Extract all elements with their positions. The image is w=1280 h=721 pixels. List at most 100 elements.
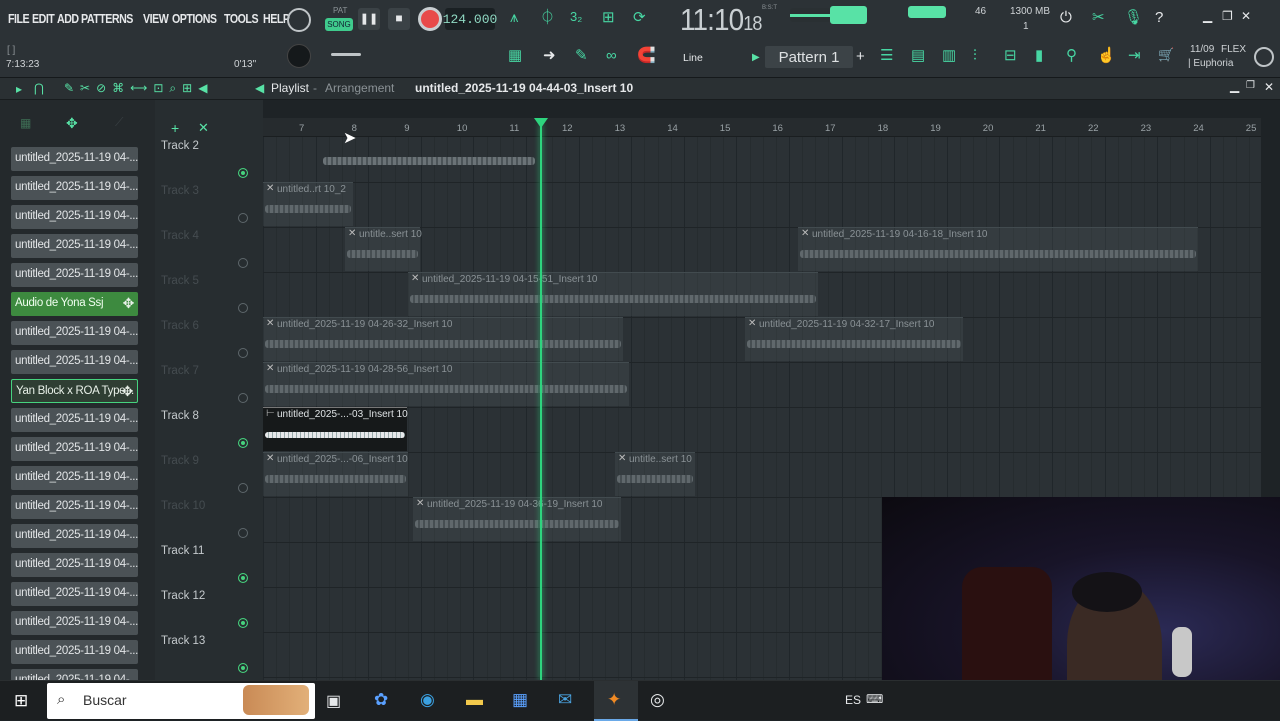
news-subtitle[interactable]: | Euphoria (1188, 58, 1233, 69)
remove-track-icon[interactable]: ✕ (198, 120, 209, 136)
song-mode-toggle[interactable]: SONG (325, 18, 353, 31)
file-explorer-icon[interactable]: ▬ (466, 690, 483, 710)
add-track-icon[interactable]: + (171, 120, 179, 136)
microphone-icon[interactable]: 🎙 (1124, 10, 1143, 25)
track-mute-toggle[interactable] (238, 168, 248, 178)
browser-item[interactable]: Audio de Yona Ssj ✥ (11, 292, 138, 316)
audio-clip[interactable]: ✕ untitled..rt 10_2 (263, 182, 353, 226)
browser-item[interactable]: untitled_2025-11-19 04-... (11, 321, 138, 345)
track-name[interactable]: Track 2 (161, 140, 199, 152)
audio-clip[interactable]: ✕ untitled_2025-...-06_Insert 10 (263, 452, 408, 496)
snap-icon[interactable]: ⋂ (34, 81, 44, 95)
browser-grid-icon[interactable]: ▦ (20, 116, 31, 130)
track-mute-toggle[interactable] (238, 663, 248, 673)
menu-file[interactable]: FILE (8, 11, 30, 26)
track-mute-toggle[interactable] (238, 348, 248, 358)
playlist-icon[interactable]: ☰ (880, 48, 893, 63)
audio-clip[interactable]: ✕ untitled_2025-11-19 04-15-51_Insert 10 (408, 272, 818, 316)
audio-clip[interactable]: ✕ untitle..sert 10 (345, 227, 422, 271)
browser-item[interactable]: untitled_2025-11-19 04-... (11, 437, 138, 461)
windows-start-icon[interactable]: ⊞ (14, 691, 28, 711)
clip-menu-icon[interactable]: ✕ (266, 453, 274, 464)
track-mute-toggle[interactable] (238, 393, 248, 403)
tools-icon[interactable]: ✂ (1092, 10, 1105, 25)
clip-menu-icon[interactable]: ⊢ (266, 408, 275, 419)
browser-item[interactable]: untitled_2025-11-19 04-... (11, 205, 138, 229)
add-pattern-icon[interactable]: + (856, 48, 865, 65)
browser-item[interactable]: untitled_2025-11-19 04-... (11, 263, 138, 287)
menu-tools[interactable]: TOOLS (224, 11, 259, 26)
tempo-display[interactable]: 124.000 (443, 8, 497, 30)
track-name[interactable]: Track 4 (161, 230, 199, 242)
close-icon[interactable]: ✕ (1241, 10, 1251, 22)
copilot-icon[interactable]: ✿ (374, 690, 388, 710)
browser-tree-icon[interactable]: ✥ (66, 115, 78, 132)
menu-options[interactable]: OPTIONS (172, 11, 217, 26)
playhead[interactable] (540, 124, 542, 680)
browser-item[interactable]: untitled_2025-11-19 04-... (11, 640, 138, 664)
file-icon[interactable]: ▮ (1035, 48, 1043, 63)
keyboard-icon[interactable]: ▦ (508, 48, 522, 63)
edge-icon[interactable]: ◉ (420, 690, 435, 710)
track-mute-toggle[interactable] (238, 573, 248, 583)
drag-handle-icon[interactable]: ✥ (122, 383, 134, 400)
clip-menu-icon[interactable]: ✕ (266, 183, 274, 194)
audio-clip[interactable]: ✕ untitled_2025-11-19 04-16-18_Insert 10 (798, 227, 1198, 271)
track-mute-toggle[interactable] (238, 618, 248, 628)
menu-edit[interactable]: EDIT (32, 11, 55, 26)
audio-clip[interactable]: ✕ untitled_2025-11-19 04-26-32_Insert 10 (263, 317, 623, 361)
track-mute-toggle[interactable] (238, 438, 248, 448)
keyboard-layout-icon[interactable]: ⌨ (866, 692, 883, 706)
help-icon[interactable]: ? (1155, 10, 1163, 25)
clip-menu-icon[interactable]: ✕ (416, 498, 424, 509)
pencil-icon[interactable]: ✎ (575, 48, 588, 63)
master-pitch-knob[interactable] (287, 44, 311, 68)
playlist-close-icon[interactable]: ✕ (1264, 80, 1274, 94)
piano-roll-icon[interactable]: ▤ (911, 48, 925, 63)
browser-item[interactable]: untitled_2025-11-19 04-... (11, 408, 138, 432)
track-name[interactable]: Track 11 (161, 545, 204, 557)
browser-item[interactable]: untitled_2025-11-19 04-... (11, 495, 138, 519)
menu-view[interactable]: VIEW (143, 11, 169, 26)
loop-record-icon[interactable]: ⟳ (633, 10, 646, 25)
tempo-slider[interactable] (331, 53, 361, 56)
mixer-icon[interactable]: ⫶ (973, 48, 977, 63)
browser-item[interactable]: untitled_2025-11-19 04-... (11, 582, 138, 606)
audio-clip[interactable]: ✕ untitle..sert 10 (615, 452, 695, 496)
language-indicator[interactable]: ES (845, 693, 861, 707)
track-name[interactable]: Track 12 (161, 590, 205, 602)
channel-rack-icon[interactable]: ▥ (942, 48, 956, 63)
link-icon[interactable]: ∞ (606, 48, 617, 63)
browser-item[interactable]: untitled_2025-11-19 04-... (11, 524, 138, 548)
track-mute-toggle[interactable] (238, 483, 248, 493)
clip-menu-icon[interactable]: ✕ (411, 273, 419, 284)
wait-input-icon[interactable]: ⏀ (540, 10, 555, 25)
record-button[interactable] (418, 7, 442, 31)
drag-handle-icon[interactable]: ✥ (123, 295, 135, 312)
clip-menu-icon[interactable]: ✕ (266, 363, 274, 374)
browser-item[interactable]: untitled_2025-11-19 04-... (11, 350, 138, 374)
menu-add[interactable]: ADD (57, 11, 79, 26)
clip-menu-icon[interactable]: ✕ (266, 318, 274, 329)
clip-menu-icon[interactable]: ✕ (748, 318, 756, 329)
pattern-selector[interactable]: Pattern 1 (765, 46, 853, 68)
play-pattern-icon[interactable]: ▶ (752, 52, 760, 63)
touch-icon[interactable]: ☝ (1097, 48, 1116, 63)
plugin-icon[interactable]: ⚲ (1066, 48, 1077, 63)
stop-button[interactable]: ■ (388, 8, 410, 30)
metronome-icon[interactable]: ⩚ (510, 10, 518, 25)
browser-item[interactable]: untitled_2025-11-19 04-... (11, 553, 138, 577)
track-mute-toggle[interactable] (238, 528, 248, 538)
restore-icon[interactable]: ❐ (1222, 10, 1233, 22)
track-name[interactable]: Track 8 (161, 410, 199, 422)
clip-menu-icon[interactable]: ✕ (348, 228, 356, 239)
menu-help[interactable]: HELP (263, 11, 290, 26)
master-volume-knob[interactable] (287, 8, 311, 32)
export-icon[interactable]: ⇥ (1128, 48, 1141, 63)
countdown-icon[interactable]: 3₂ (570, 10, 582, 23)
timeline-ruler[interactable]: 7 8 9 10 11 12 13 14 15 16 17 18 19 20 21 22 23 24 25 (263, 118, 1261, 137)
audio-clip[interactable]: ✕ untitled_2025-11-19 04-32-17_Insert 10 (745, 317, 963, 361)
browser-draw-icon[interactable]: ⟋ (115, 115, 123, 130)
cart-icon[interactable]: 🛒 (1158, 48, 1174, 61)
track-name[interactable]: Track 10 (161, 500, 205, 512)
